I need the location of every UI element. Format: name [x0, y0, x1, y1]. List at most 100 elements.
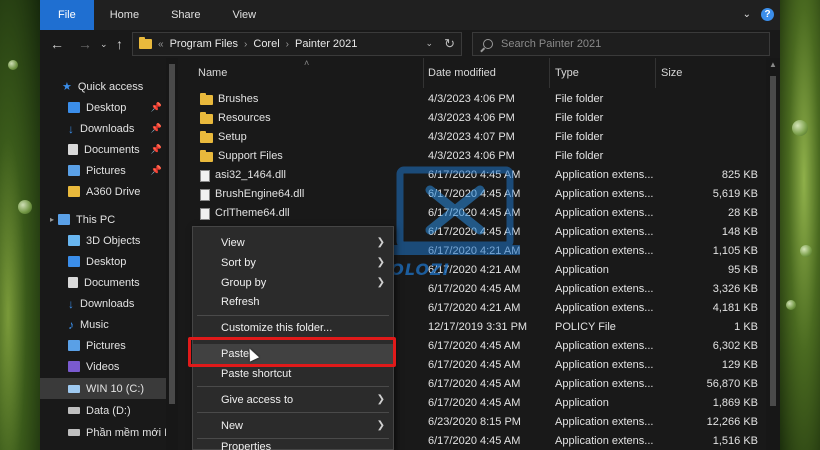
overflow-chevron[interactable]: « — [158, 39, 164, 50]
table-row[interactable]: Resources 4/3/2023 4:06 PM File folder — [180, 109, 766, 128]
nav-a360-drive[interactable]: A360 Drive — [40, 181, 166, 202]
list-scrollbar[interactable]: ▲ — [766, 58, 780, 450]
menu-item-refresh[interactable]: Refresh — [193, 292, 393, 312]
tab-share[interactable]: Share — [155, 0, 216, 30]
nav-scrollbar[interactable] — [166, 58, 178, 450]
nav-documents[interactable]: Documents — [40, 272, 166, 293]
nav-label: Videos — [86, 360, 120, 373]
column-header-type[interactable]: Type — [550, 58, 656, 88]
music-icon: ♪ — [68, 317, 74, 332]
pin-icon[interactable]: 📌 — [151, 165, 162, 176]
nav-desktop-pinned[interactable]: Desktop 📌 — [40, 97, 166, 118]
date-modified-cell: 6/17/2020 4:45 AM — [428, 435, 521, 447]
nav-videos[interactable]: Videos — [40, 356, 166, 377]
address-bar[interactable]: « Program Files › Corel › Painter 2021 ⌄… — [132, 32, 462, 56]
breadcrumb-program-files[interactable]: Program Files — [170, 38, 238, 50]
menu-label: Group by — [221, 277, 267, 289]
type-cell: POLICY File — [555, 321, 616, 333]
nav-win10-c[interactable]: WIN 10 (C:) — [40, 378, 166, 399]
nav-drive-phan-mem[interactable]: Phần mềm mới I — [40, 422, 166, 443]
size-cell: 12,266 KB — [706, 416, 758, 428]
address-dropdown-icon[interactable]: ⌄ — [425, 38, 433, 49]
menu-separator — [197, 412, 389, 413]
nav-downloads-pinned[interactable]: ↓ Downloads 📌 — [40, 118, 166, 139]
expand-ribbon-icon[interactable]: ⌄ — [743, 9, 751, 20]
water-drop — [792, 120, 808, 136]
file-name: Brushes — [218, 93, 259, 105]
table-row[interactable]: Setup 4/3/2023 4:07 PM File folder — [180, 128, 766, 147]
nav-desktop[interactable]: Desktop — [40, 251, 166, 272]
table-row[interactable]: Brushes 4/3/2023 4:06 PM File folder — [180, 90, 766, 109]
menu-item-view[interactable]: View ❯ — [193, 233, 393, 253]
column-header-date[interactable]: Date modified — [424, 58, 550, 88]
menu-label: Paste shortcut — [221, 368, 292, 380]
column-header-name[interactable]: Name — [180, 58, 424, 88]
nav-pictures[interactable]: Pictures — [40, 335, 166, 356]
breadcrumb-painter-2021[interactable]: Painter 2021 — [295, 38, 357, 50]
pin-icon[interactable]: 📌 — [151, 123, 162, 134]
date-modified-cell: 12/17/2019 3:31 PM — [428, 321, 528, 333]
scroll-up-icon[interactable]: ▲ — [769, 60, 777, 69]
recent-dropdown-icon[interactable]: ⌄ — [100, 35, 108, 53]
type-cell: Application extens... — [555, 378, 654, 390]
nav-this-pc[interactable]: ▸ This PC — [40, 209, 166, 230]
column-header-size[interactable]: Size — [656, 58, 762, 88]
menu-item-group-by[interactable]: Group by ❯ — [193, 273, 393, 293]
file-name-cell[interactable]: Setup — [200, 128, 420, 147]
pin-icon[interactable]: 📌 — [151, 144, 162, 155]
list-scroll-thumb[interactable] — [770, 76, 776, 406]
search-icon — [483, 39, 493, 49]
pin-icon[interactable]: 📌 — [151, 102, 162, 113]
nav-data-d[interactable]: Data (D:) — [40, 400, 166, 421]
tab-view[interactable]: View — [216, 0, 272, 30]
tab-file[interactable]: File — [40, 0, 94, 30]
chevron-right-icon: ❯ — [376, 257, 385, 268]
menu-item-properties[interactable]: Properties — [193, 441, 393, 450]
nav-3d-objects[interactable]: 3D Objects — [40, 230, 166, 251]
chevron-right-icon: ❯ — [376, 277, 385, 288]
nav-label: Data (D:) — [86, 404, 131, 417]
help-icon[interactable]: ? — [761, 8, 774, 21]
navigation-pane: ★ Quick access Desktop 📌 ↓ Downloads 📌 D… — [40, 58, 178, 450]
menu-separator — [197, 386, 389, 387]
nav-scroll-thumb[interactable] — [169, 64, 175, 404]
up-arrow-icon[interactable]: ↑ — [116, 35, 123, 53]
search-box[interactable]: Search Painter 2021 — [472, 32, 770, 56]
size-cell: 95 KB — [728, 264, 758, 276]
search-placeholder: Search Painter 2021 — [501, 38, 602, 50]
menu-item-customize-folder[interactable]: Customize this folder... — [193, 318, 393, 338]
size-cell: 6,302 KB — [712, 340, 758, 352]
water-drop — [8, 60, 18, 70]
type-cell: File folder — [555, 150, 604, 162]
type-cell: Application extens... — [555, 416, 654, 428]
menu-item-paste-shortcut[interactable]: Paste shortcut — [193, 364, 393, 384]
file-name-cell[interactable]: Resources — [200, 109, 420, 128]
type-cell: Application extens... — [555, 169, 654, 181]
file-name: asi32_1464.dll — [215, 169, 286, 181]
water-drop — [786, 300, 796, 310]
back-arrow-icon[interactable]: ← — [50, 35, 64, 53]
menu-item-sort-by[interactable]: Sort by ❯ — [193, 253, 393, 273]
forward-arrow-icon[interactable]: → — [78, 35, 92, 53]
breadcrumb-corel[interactable]: Corel — [253, 38, 279, 50]
nav-quick-access[interactable]: ★ Quick access — [40, 76, 166, 97]
nav-downloads[interactable]: ↓ Downloads — [40, 293, 166, 314]
dll-file-icon — [200, 207, 210, 220]
breadcrumb-separator-icon[interactable]: › — [286, 39, 289, 50]
tab-home[interactable]: Home — [94, 0, 155, 30]
file-name-cell[interactable]: Brushes — [200, 90, 420, 109]
type-cell: Application extens... — [555, 359, 654, 371]
file-name: CrlTheme64.dll — [215, 207, 290, 219]
breadcrumb-separator-icon[interactable]: › — [244, 39, 247, 50]
refresh-icon[interactable]: ↻ — [444, 36, 455, 52]
nav-music[interactable]: ♪ Music — [40, 314, 166, 335]
wallpaper-right — [780, 0, 820, 450]
chevron-right-icon[interactable]: ▸ — [50, 215, 54, 224]
menu-label: Sort by — [221, 257, 256, 269]
menu-item-give-access[interactable]: Give access to ❯ — [193, 390, 393, 410]
date-modified-cell: 4/3/2023 4:07 PM — [428, 131, 515, 143]
menu-item-new[interactable]: New ❯ — [193, 416, 393, 436]
nav-documents-pinned[interactable]: Documents 📌 — [40, 139, 166, 160]
nav-pictures-pinned[interactable]: Pictures 📌 — [40, 160, 166, 181]
nav-label: Documents — [84, 276, 140, 289]
